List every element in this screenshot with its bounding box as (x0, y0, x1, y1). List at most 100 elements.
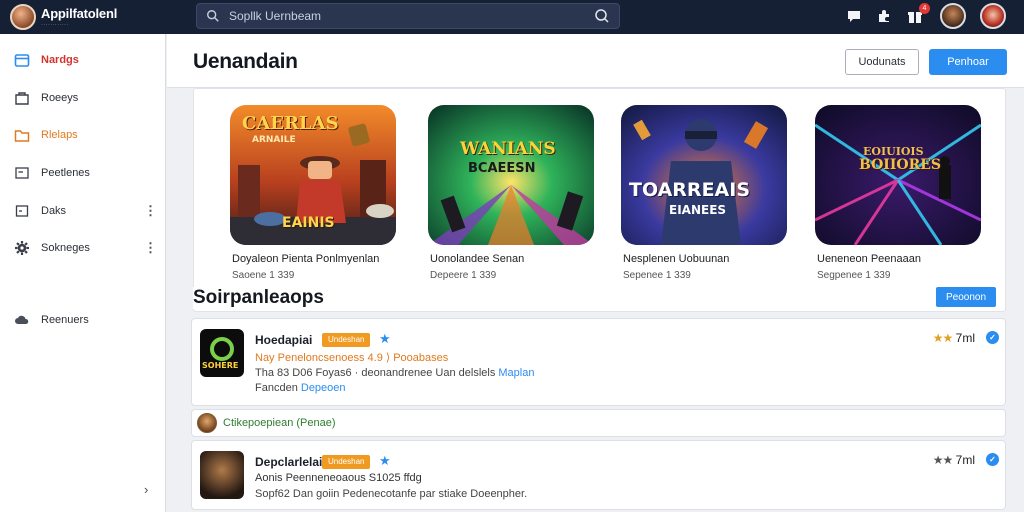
item-title: Hoedapiai (255, 333, 313, 347)
game-art: WANIANS BCAEESN (428, 105, 594, 245)
game-art-subtitle: BCAEESN (468, 161, 536, 176)
sidebar-item-roeeys[interactable]: Roeeys (0, 83, 166, 113)
user-avatar[interactable] (940, 3, 966, 29)
rating-stars: ★★ (932, 331, 953, 345)
game-art-title: CAERLAS (242, 113, 339, 134)
search-input[interactable] (229, 7, 579, 25)
sidebar-item-label: Nardgs (41, 54, 79, 66)
gift-icon[interactable]: 4 (906, 3, 930, 25)
item-meta-link[interactable]: Depeoen (301, 382, 346, 394)
star-icon[interactable]: ★ (379, 453, 391, 469)
verified-check-icon: ✓ (986, 453, 999, 466)
sidebar-item-label: Rlelaps (41, 129, 78, 141)
sidebar-item-label: Daks (41, 205, 67, 217)
app-tagline: ············ (41, 21, 69, 28)
sidebar-item-reenuers[interactable]: Reenuers (0, 305, 166, 335)
profile-avatar[interactable] (980, 3, 1006, 29)
sidebar-item-sokneges[interactable]: Sokneges ⋮ (0, 233, 166, 263)
sidebar-item-label: Peetlenes (41, 167, 90, 179)
search-icon (207, 10, 219, 22)
item-link[interactable]: Maplan (498, 367, 534, 379)
sidebar-item-nardgs[interactable]: Nardgs (0, 45, 166, 75)
avatar (197, 413, 217, 433)
primary-button[interactable]: Penhoar (929, 49, 1007, 75)
game-meta: Sepenee 1 339 (623, 270, 691, 281)
status-badge: Undeshan (322, 333, 371, 347)
item-subtitle: Aonis Peenneneoaous S1025 ffdg (255, 472, 422, 484)
app-icon-text: SOHERE (202, 361, 239, 370)
rating: ★★ 7ml (933, 453, 975, 467)
sidebar-item-label: Sokneges (41, 242, 90, 254)
item-description: Sopf62 Dan goiin Pedenecotanfe par stiak… (255, 488, 528, 500)
more-options-icon[interactable]: ⋮ (144, 240, 157, 256)
app-icon (200, 451, 244, 499)
sidebar-item-daks[interactable]: Daks ⋮ (0, 196, 166, 226)
main-header: Uenandain Uodunats Penhoar (167, 34, 1024, 88)
rating: ★★ 7ml (933, 331, 975, 345)
verified-check-icon: ✓ (986, 331, 999, 344)
star-icon[interactable]: ★ (379, 331, 391, 347)
featured-carousel: CAERLAS ARNAILE EAINIS Doyaleon Pienta P… (193, 88, 1006, 312)
chat-icon[interactable] (845, 7, 863, 25)
game-art: EOIUIOIS BOIIORES (815, 105, 981, 245)
chevron-right-icon[interactable]: › (144, 482, 148, 497)
game-art: CAERLAS ARNAILE EAINIS (230, 105, 396, 245)
featured-game-card[interactable]: EOIUIOIS BOIIORES Ueneneon Peenaaan Segp… (815, 105, 983, 281)
sidebar-item-label: Roeeys (41, 92, 79, 104)
sub-list-item[interactable]: Ctikepoepiean (Penae) (191, 409, 1006, 437)
game-art-subtitle: BOIIORES (859, 157, 941, 173)
rating-stars: ★★ (932, 453, 953, 467)
list-item[interactable]: Depclarlelai Undeshan ★ Aonis Peenneneoa… (191, 440, 1006, 510)
app-name: Appilfatolenl (41, 5, 118, 21)
featured-game-card[interactable]: TOARREAIS EIANEES Nesplenen Uobuunan Sep… (621, 105, 789, 281)
game-art-subtitle: EIANEES (669, 203, 727, 217)
page-title: Uenandain (193, 50, 298, 73)
folder-icon (14, 127, 30, 143)
item-description: Tha 83 D06 Foyas6 · deonandrenee Uan del… (255, 367, 535, 379)
game-name: Uonolandee Senan (430, 253, 525, 265)
sidebar-item-label: Reenuers (41, 314, 89, 326)
cloud-icon (14, 312, 30, 328)
game-meta: Segpenee 1 339 (817, 270, 891, 281)
puzzle-icon[interactable] (875, 7, 893, 25)
game-art-subtitle: ARNAILE (252, 135, 296, 145)
section-title: Soirpanleaops (193, 287, 330, 309)
bag-icon (14, 90, 30, 106)
list-item[interactable]: SOHERE Hoedapiai Undeshan ★ Nay Penelonc… (191, 318, 1006, 406)
game-name: Doyaleon Pienta Ponlmyenlan (232, 253, 380, 265)
section-action-button[interactable]: Peoonon (936, 287, 996, 307)
featured-game-card[interactable]: WANIANS BCAEESN Uonolandee Senan Depeere… (428, 105, 596, 281)
search-submit-icon[interactable] (594, 8, 610, 24)
game-meta: Depeere 1 339 (430, 270, 497, 281)
app-icon: SOHERE (200, 329, 244, 377)
window-icon (14, 165, 30, 181)
sidebar-item-peetlenes[interactable]: Peetlenes (0, 158, 166, 188)
sidebar: Nardgs Roeeys Rlelaps Peetlenes Daks ⋮ S… (0, 34, 166, 512)
item-title: Depclarlelai (255, 455, 323, 469)
search-bar (196, 3, 620, 29)
game-art-title: TOARREAIS (629, 179, 751, 201)
game-name: Nesplenen Uobuunan (623, 253, 730, 265)
rating-value: 7ml (955, 331, 975, 345)
app-logo (10, 4, 36, 30)
game-art-title: WANIANS (460, 139, 556, 159)
gear-icon (14, 240, 30, 256)
item-meta: Fancden Depeoen (255, 382, 346, 394)
item-subtitle: Nay Peneloncsenoess 4.9 ⟩ Pooabases (255, 352, 449, 364)
secondary-button[interactable]: Uodunats (845, 49, 919, 75)
notification-badge: 4 (919, 3, 930, 14)
sidebar-item-rlelaps[interactable]: Rlelaps (0, 120, 166, 150)
top-bar: Appilfatolenl ············ 4 (0, 0, 1024, 34)
game-art: TOARREAIS EIANEES (621, 105, 787, 245)
game-meta: Saoene 1 339 (232, 270, 295, 281)
rating-value: 7ml (955, 453, 975, 467)
game-name: Ueneneon Peenaaan (817, 253, 921, 265)
square-icon (14, 203, 30, 219)
featured-game-card[interactable]: CAERLAS ARNAILE EAINIS Doyaleon Pienta P… (230, 105, 398, 281)
status-badge: Undeshan (322, 455, 371, 469)
game-art-badge: EAINIS (282, 215, 335, 231)
more-options-icon[interactable]: ⋮ (144, 203, 157, 219)
sub-item-label: Ctikepoepiean (Penae) (223, 417, 336, 429)
store-icon (14, 52, 30, 68)
brand[interactable]: Appilfatolenl ············ (10, 3, 117, 31)
